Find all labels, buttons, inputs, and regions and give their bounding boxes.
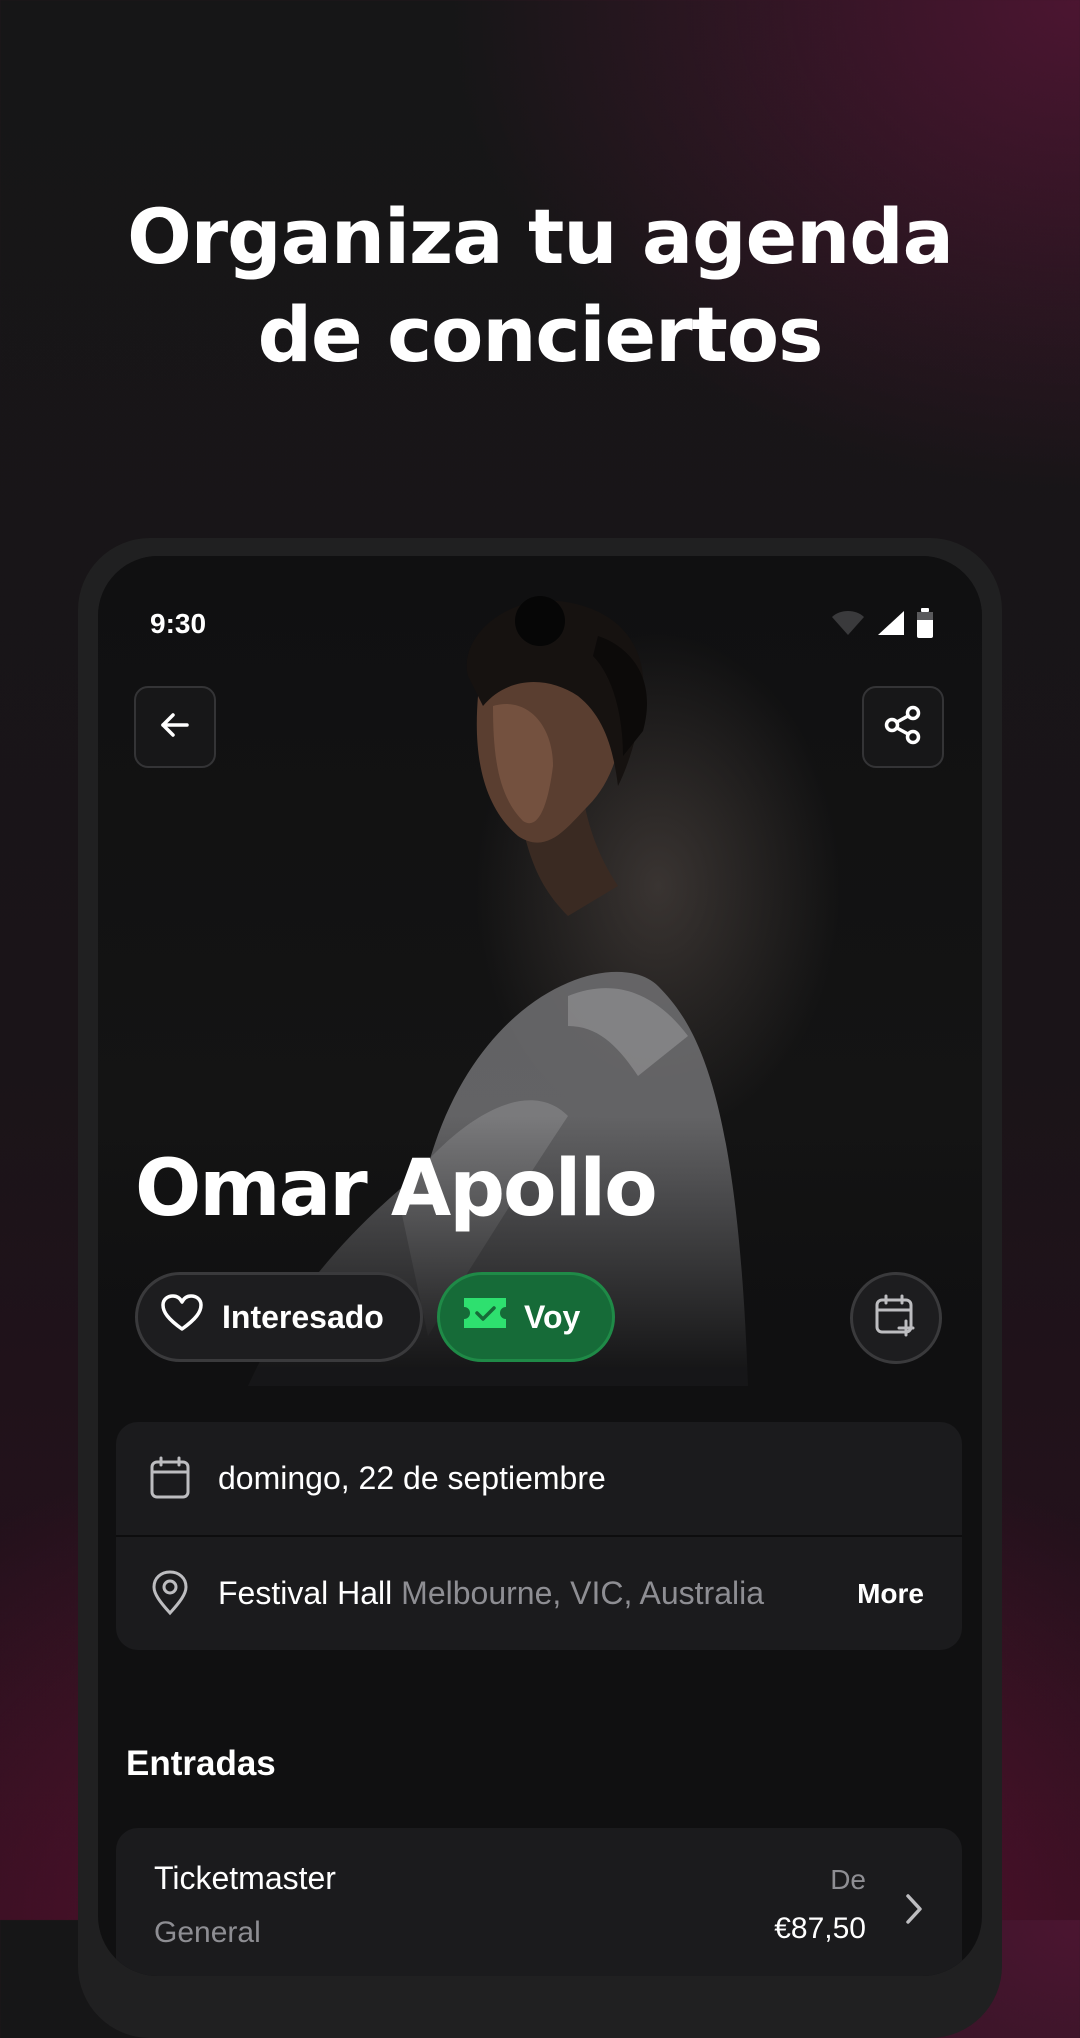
date-row: domingo, 22 de septiembre <box>116 1422 962 1535</box>
event-date: domingo, 22 de septiembre <box>218 1460 606 1496</box>
tickets-section-title: Entradas <box>126 1744 276 1783</box>
calendar-icon <box>146 1454 194 1502</box>
ticket-from-label: De <box>830 1864 866 1895</box>
battery-icon <box>916 608 934 643</box>
venue-row[interactable]: Festival Hall Melbourne, VIC, Australia … <box>116 1537 962 1650</box>
camera-cutout <box>515 596 565 646</box>
location-pin-icon <box>146 1569 194 1617</box>
add-to-calendar-button[interactable] <box>850 1272 942 1364</box>
ticket-offer-card[interactable]: Ticketmaster General De €87,50 <box>116 1828 962 1976</box>
back-button[interactable] <box>134 686 216 768</box>
headline-line-2: de conciertos <box>257 290 824 379</box>
venue-text: Festival Hall Melbourne, VIC, Australia <box>218 1537 764 1650</box>
share-icon <box>882 704 924 751</box>
headline-line-1: Organiza tu agenda <box>127 192 954 281</box>
status-time: 9:30 <box>150 608 207 639</box>
more-link[interactable]: More <box>857 1537 924 1650</box>
heart-icon <box>160 1293 204 1341</box>
venue-name: Festival Hall <box>218 1575 393 1611</box>
headline: Organiza tu agenda de conciertos <box>0 188 1080 384</box>
ticket-check-icon <box>462 1296 508 1338</box>
share-button[interactable] <box>862 686 944 768</box>
ticket-type: General <box>154 1916 261 1949</box>
chevron-right-icon <box>902 1892 926 1931</box>
going-button[interactable]: Voy <box>437 1272 615 1362</box>
arrow-left-icon <box>157 707 193 748</box>
event-info-card: domingo, 22 de septiembre Festival Hall … <box>116 1422 962 1650</box>
ticket-provider: Ticketmaster <box>154 1860 336 1896</box>
signal-icon <box>876 609 906 642</box>
wifi-icon <box>830 609 866 642</box>
going-label: Voy <box>524 1298 581 1335</box>
venue-city: Melbourne, VIC, Australia <box>401 1575 764 1611</box>
calendar-plus-icon <box>874 1293 918 1344</box>
ticket-price: €87,50 <box>774 1912 866 1945</box>
status-icons <box>830 608 934 643</box>
phone-screen: 9:30 Omar Apollo Interesado Voy domingo,… <box>98 556 982 1976</box>
interested-button[interactable]: Interesado <box>135 1272 423 1362</box>
interested-label: Interesado <box>222 1298 384 1335</box>
artist-name: Omar Apollo <box>135 1144 658 1234</box>
